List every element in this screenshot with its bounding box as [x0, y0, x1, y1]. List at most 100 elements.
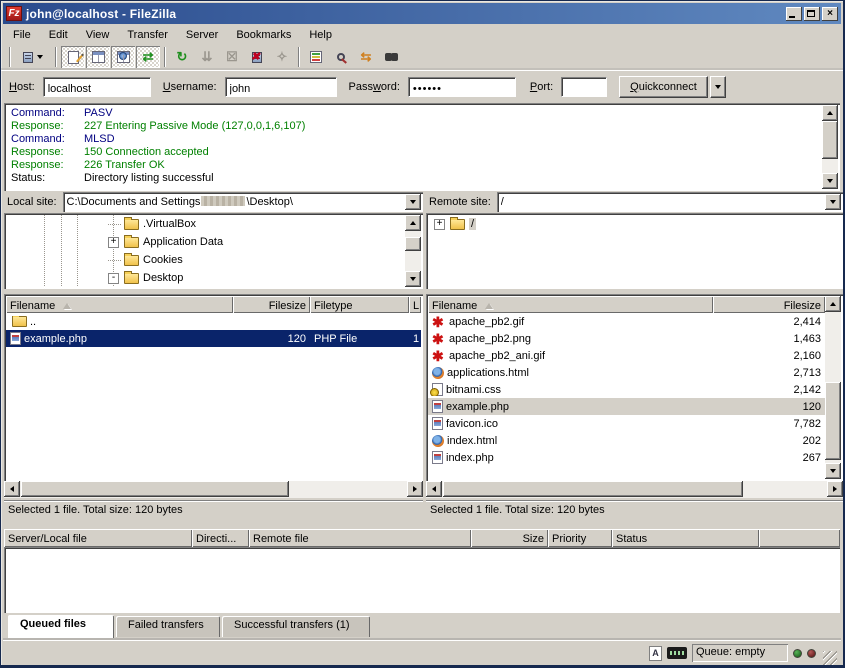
remote-list-hscrollbar[interactable] [426, 481, 843, 498]
file-row-selected[interactable]: example.php 120 [428, 398, 825, 415]
log-scrollbar[interactable] [822, 105, 838, 189]
scroll-down-button[interactable] [825, 463, 841, 479]
column-header-filesize[interactable]: Filesize [233, 296, 310, 313]
maximize-button[interactable] [804, 7, 820, 21]
scroll-up-button[interactable] [825, 296, 841, 312]
file-row[interactable]: index.html 202 [428, 432, 825, 449]
scrollbar-thumb[interactable] [822, 121, 838, 159]
folder-icon [124, 237, 139, 248]
toggle-local-tree-button[interactable] [86, 46, 110, 68]
column-header-filetype[interactable]: Filetype [310, 296, 409, 313]
menu-server[interactable]: Server [177, 27, 227, 43]
window-title: john@localhost - FileZilla [26, 7, 786, 21]
directory-comparison-button[interactable] [329, 46, 353, 68]
scrollbar-thumb[interactable] [825, 382, 841, 460]
tree-item-root[interactable]: + / [428, 215, 825, 233]
close-button[interactable]: × [822, 7, 838, 21]
scroll-up-button[interactable] [405, 215, 421, 231]
tree-item-application-data[interactable]: + Application Data [6, 233, 405, 251]
toggle-message-log-button[interactable] [61, 46, 85, 68]
column-header-filename[interactable]: Filename [6, 296, 233, 313]
refresh-button[interactable]: ↻ [170, 46, 194, 68]
column-header-last-modified[interactable]: L [409, 296, 421, 313]
scroll-right-button[interactable] [827, 481, 843, 497]
remote-path-dropdown-button[interactable] [825, 194, 841, 210]
file-row[interactable]: favicon.ico 7,782 [428, 415, 825, 432]
synchronized-browsing-button[interactable]: ⇆ [354, 46, 378, 68]
menu-file[interactable]: File [4, 27, 40, 43]
column-header-priority[interactable]: Priority [548, 529, 612, 547]
scroll-left-button[interactable] [4, 481, 20, 497]
column-header-status[interactable]: Status [612, 529, 759, 547]
remote-site-bar: Remote site: / [426, 192, 843, 212]
title-bar: Fz john@localhost - FileZilla × [3, 3, 841, 24]
menu-view[interactable]: View [77, 27, 119, 43]
column-header-direction[interactable]: Directi... [192, 529, 249, 547]
file-row[interactable]: apache_pb2.gif 2,414 [428, 313, 825, 330]
file-row[interactable]: apache_pb2.png 1,463 [428, 330, 825, 347]
tree-item-virtualbox[interactable]: .VirtualBox [6, 215, 405, 233]
file-row[interactable]: bitnami.css 2,142 [428, 381, 825, 398]
toggle-remote-tree-button[interactable] [111, 46, 135, 68]
quickconnect-dropdown-button[interactable] [710, 76, 726, 98]
username-input[interactable] [225, 77, 337, 97]
remote-list-scrollbar[interactable] [825, 296, 841, 479]
status-bar: A Queue: empty [3, 640, 841, 665]
local-tree-scrollbar[interactable] [405, 215, 421, 287]
column-header-filesize[interactable]: Filesize [713, 296, 825, 313]
filezilla-window: Fz john@localhost - FileZilla × File Edi… [0, 0, 845, 668]
file-row[interactable]: apache_pb2_ani.gif 2,160 [428, 347, 825, 364]
local-list-hscrollbar[interactable] [4, 481, 423, 498]
tab-failed-transfers[interactable]: Failed transfers [116, 616, 220, 637]
scroll-left-button[interactable] [426, 481, 442, 497]
site-manager-button[interactable] [15, 46, 51, 68]
password-input[interactable] [408, 77, 516, 97]
redacted-username [201, 196, 245, 206]
remote-path-combo[interactable]: / [497, 192, 843, 212]
reconnect-button[interactable]: ✧ [270, 46, 294, 68]
quickconnect-button[interactable]: Quickconnect [619, 76, 708, 98]
expand-icon[interactable]: + [108, 237, 119, 248]
scroll-up-button[interactable] [822, 105, 838, 121]
column-header-remote-file[interactable]: Remote file [249, 529, 471, 547]
host-input[interactable] [43, 77, 151, 97]
scroll-right-button[interactable] [407, 481, 423, 497]
folder-icon [124, 273, 139, 284]
scrollbar-thumb[interactable] [405, 237, 421, 251]
file-row[interactable]: index.php 267 [428, 449, 825, 466]
process-queue-button[interactable]: ⇊ [195, 46, 219, 68]
menu-transfer[interactable]: Transfer [118, 27, 177, 43]
toggle-queue-button[interactable]: ⇄ [136, 46, 160, 68]
file-row-example-php[interactable]: example.php 120 PHP File 1 [6, 330, 421, 347]
minimize-button[interactable] [786, 7, 802, 21]
resize-grip[interactable] [823, 651, 837, 665]
column-header-server-local-file[interactable]: Server/Local file [4, 529, 192, 547]
scrollbar-thumb[interactable] [21, 481, 289, 497]
tree-item-cookies[interactable]: Cookies [6, 251, 405, 269]
menu-bookmarks[interactable]: Bookmarks [227, 27, 300, 43]
tab-successful-transfers[interactable]: Successful transfers (1) [222, 616, 370, 637]
cancel-icon: ☒ [226, 49, 238, 65]
site-manager-dropdown-arrow-icon[interactable] [37, 55, 43, 59]
column-header-size[interactable]: Size [471, 529, 548, 547]
scrollbar-thumb[interactable] [443, 481, 743, 497]
scroll-down-button[interactable] [822, 173, 838, 189]
find-files-button[interactable] [379, 46, 403, 68]
filter-button[interactable] [304, 46, 328, 68]
menu-edit[interactable]: Edit [40, 27, 77, 43]
local-path-combo[interactable]: C:\Documents and Settings\Desktop\ [63, 192, 423, 212]
file-row[interactable]: applications.html 2,713 [428, 364, 825, 381]
expand-icon[interactable]: + [434, 219, 445, 230]
scroll-down-button[interactable] [405, 271, 421, 287]
collapse-icon[interactable]: - [108, 273, 119, 284]
tree-item-desktop[interactable]: - Desktop [6, 269, 405, 287]
find-files-icon [385, 53, 398, 61]
cancel-button[interactable]: ☒ [220, 46, 244, 68]
file-row-parent-dir[interactable]: .. [6, 313, 421, 330]
disconnect-button[interactable]: ✖ [245, 46, 269, 68]
menu-help[interactable]: Help [300, 27, 341, 43]
tab-queued-files[interactable]: Queued files [8, 615, 114, 638]
port-input[interactable] [561, 77, 607, 97]
local-path-dropdown-button[interactable] [405, 194, 421, 210]
column-header-filename[interactable]: Filename [428, 296, 713, 313]
